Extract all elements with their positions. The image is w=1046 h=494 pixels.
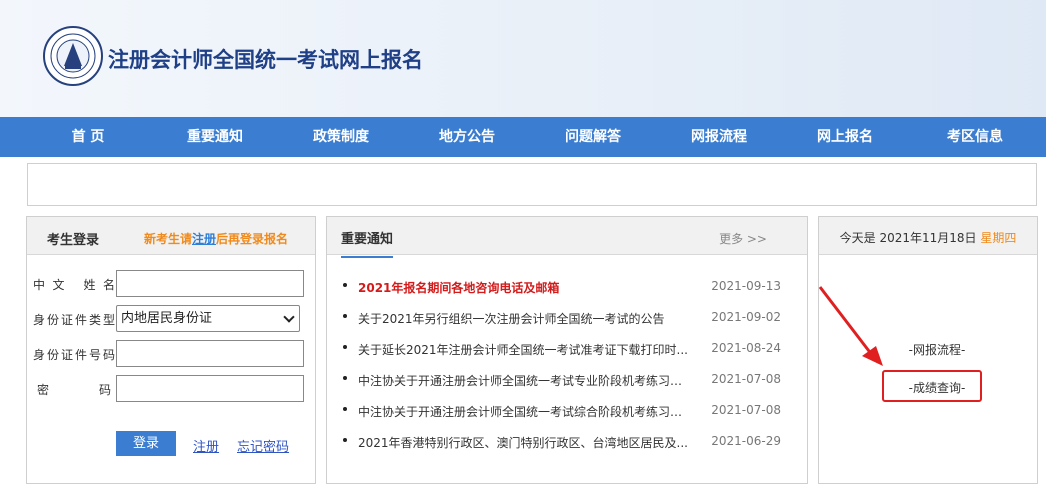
login-title: 考生登录	[47, 233, 100, 248]
news-item-date: 2021-08-24	[711, 341, 781, 355]
today-weekday: 星期四	[980, 231, 1017, 245]
password-input[interactable]	[116, 375, 304, 402]
id-type-select[interactable]: 内地居民身份证	[116, 305, 300, 332]
name-label: 中文 姓名	[33, 278, 115, 292]
login-panel-header: 考生登录 新考生请注册后再登录报名	[27, 217, 315, 255]
login-panel: 考生登录 新考生请注册后再登录报名 中文 姓名 身份证件类型 内地居民身份证 身…	[26, 216, 316, 484]
news-item[interactable]: 2021年香港特别行政区、澳门特别行政区、台湾地区居民及... 2021-06-…	[341, 432, 797, 452]
today-date: 今天是 2021年11月18日 星期四	[819, 229, 1037, 246]
hint-register-link[interactable]: 注册	[192, 232, 216, 246]
news-item[interactable]: 中注协关于开通注册会计师全国统一考试综合阶段机考练习网站... 2021-07-…	[341, 401, 797, 421]
notices-panel-header: 重要通知 更多 >>	[327, 217, 807, 258]
news-item-title: 2021年香港特别行政区、澳门特别行政区、台湾地区居民及...	[358, 436, 688, 450]
login-button[interactable]: 登录	[116, 431, 176, 456]
news-item-date: 2021-07-08	[711, 403, 781, 417]
new-candidate-hint: 新考生请注册后再登录报名	[144, 230, 288, 247]
hint-prefix: 新考生请	[144, 232, 193, 246]
side-panel: 今天是 2021年11月18日 星期四 -网报流程- -成绩查询-	[818, 216, 1038, 484]
notices-title: 重要通知	[341, 228, 394, 258]
news-item[interactable]: 关于延长2021年注册会计师全国统一考试准考证下载打印时... 2021-08-…	[341, 339, 797, 359]
news-item-title: 关于2021年另行组织一次注册会计师全国统一考试的公告	[358, 312, 665, 326]
side-panel-header: 今天是 2021年11月18日 星期四	[819, 217, 1037, 255]
password-label: 密 码	[37, 383, 111, 397]
chevron-down-icon	[283, 311, 295, 323]
id-number-label: 身份证件号码	[33, 348, 115, 362]
news-item-date: 2021-09-13	[711, 279, 781, 293]
news-item-title: 中注协关于开通注册会计师全国统一考试综合阶段机考练习网站...	[358, 405, 688, 419]
news-item-title: 2021年报名期间各地咨询电话及邮箱	[358, 281, 560, 295]
news-item-date: 2021-09-02	[711, 310, 781, 324]
news-item-title: 关于延长2021年注册会计师全国统一考试准考证下载打印时...	[358, 343, 688, 357]
bullet-icon	[343, 376, 347, 380]
more-link[interactable]: 更多 >>	[719, 230, 767, 247]
highlight-box	[882, 370, 982, 402]
news-item[interactable]: 关于2021年另行组织一次注册会计师全国统一考试的公告 2021-09-02	[341, 308, 797, 328]
nav-exam-area-info[interactable]: 考区信息	[920, 117, 1030, 157]
news-item[interactable]: 中注协关于开通注册会计师全国统一考试专业阶段机考练习网站... 2021-07-…	[341, 370, 797, 390]
bullet-icon	[343, 283, 347, 287]
news-item[interactable]: 2021年报名期间各地咨询电话及邮箱 2021-09-13	[341, 277, 797, 297]
logo-emblem-icon	[50, 33, 96, 79]
nav-faq[interactable]: 问题解答	[538, 117, 648, 157]
cicpa-logo	[43, 26, 103, 86]
forgot-password-link[interactable]: 忘记密码	[237, 436, 289, 455]
nav-registration-process[interactable]: 网报流程	[664, 117, 774, 157]
id-type-value: 内地居民身份证	[121, 311, 213, 326]
banner-box	[27, 163, 1037, 206]
nav-local-announcements[interactable]: 地方公告	[412, 117, 522, 157]
id-number-input[interactable]	[116, 340, 304, 367]
news-item-date: 2021-06-29	[711, 434, 781, 448]
today-date-text: 今天是 2021年11月18日	[839, 231, 977, 245]
bullet-icon	[343, 345, 347, 349]
news-item-date: 2021-07-08	[711, 372, 781, 386]
nav-home[interactable]: 首 页	[33, 117, 143, 157]
notices-panel: 重要通知 更多 >> 2021年报名期间各地咨询电话及邮箱 2021-09-13…	[326, 216, 808, 484]
name-input[interactable]	[116, 270, 304, 297]
bullet-icon	[343, 438, 347, 442]
nav-notices[interactable]: 重要通知	[160, 117, 270, 157]
bullet-icon	[343, 314, 347, 318]
nav-online-registration[interactable]: 网上报名	[790, 117, 900, 157]
id-type-label: 身份证件类型	[33, 313, 115, 327]
main-nav: 首 页 重要通知 政策制度 地方公告 问题解答 网报流程 网上报名 考区信息	[0, 117, 1046, 157]
register-link[interactable]: 注册	[193, 436, 219, 455]
site-header: 注册会计师全国统一考试网上报名	[0, 0, 1046, 117]
site-title: 注册会计师全国统一考试网上报名	[108, 48, 423, 72]
hint-suffix: 后再登录报名	[216, 232, 289, 246]
news-item-title: 中注协关于开通注册会计师全国统一考试专业阶段机考练习网站...	[358, 374, 688, 388]
nav-policy[interactable]: 政策制度	[286, 117, 396, 157]
registration-process-link[interactable]: -网报流程-	[819, 341, 1037, 358]
bullet-icon	[343, 407, 347, 411]
